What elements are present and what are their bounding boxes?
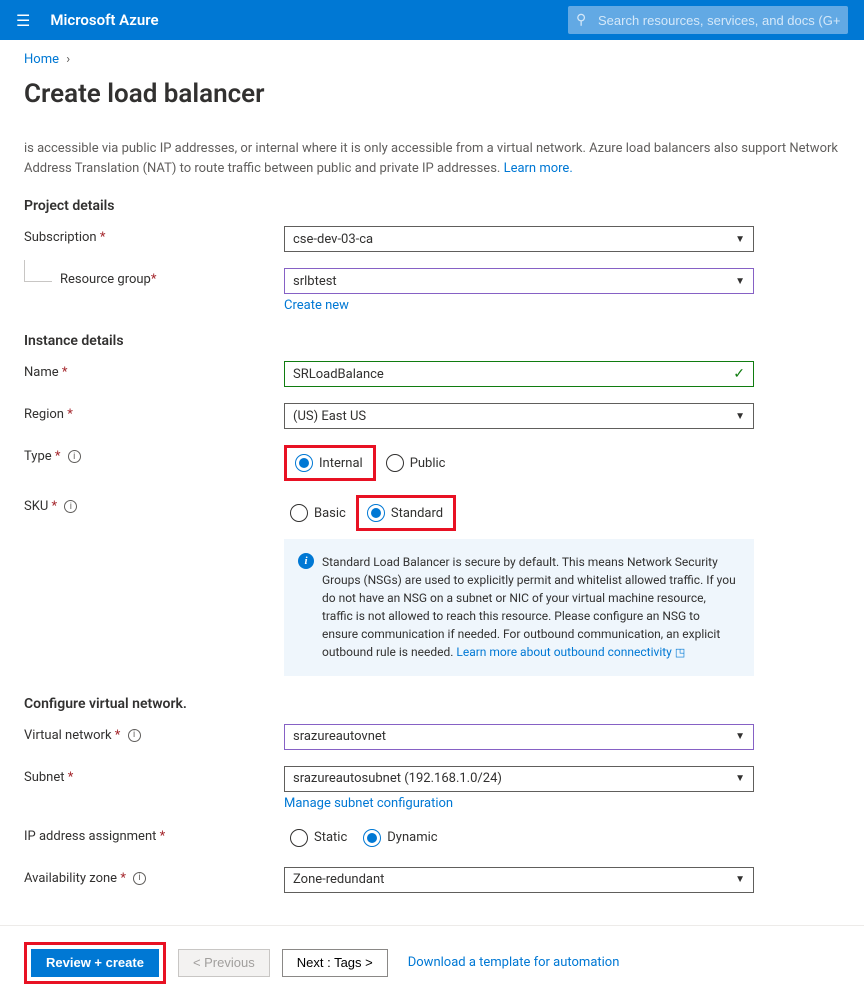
create-new-link[interactable]: Create new <box>284 298 754 313</box>
label-subnet: Subnet * <box>24 766 284 785</box>
select-subscription[interactable]: cse-dev-03-ca ▼ <box>284 226 754 252</box>
field-subscription: Subscription * cse-dev-03-ca ▼ <box>24 226 840 254</box>
radio-type-public[interactable]: Public <box>380 450 452 476</box>
field-vnet: Virtual network * i srazureautovnet ▼ <box>24 724 840 752</box>
breadcrumb-home[interactable]: Home <box>24 52 59 67</box>
page-title: Create load balancer <box>24 79 840 109</box>
top-bar: ☰ Microsoft Azure ⚲ <box>0 0 864 40</box>
radio-label: Internal <box>319 456 363 471</box>
info-icon[interactable]: i <box>133 872 146 885</box>
info-icon[interactable]: i <box>68 450 81 463</box>
label-resource-group: Resource group * <box>24 268 284 287</box>
label-sku: SKU * i <box>24 495 284 514</box>
field-ip-assignment: IP address assignment * Static Dynamic <box>24 825 840 853</box>
label-region: Region * <box>24 403 284 422</box>
radio-label: Static <box>314 830 347 845</box>
info-message-box: i Standard Load Balancer is secure by de… <box>284 539 754 676</box>
radio-unselected-icon <box>290 829 308 847</box>
radio-label: Standard <box>391 506 443 521</box>
label-vnet: Virtual network * i <box>24 724 284 743</box>
info-icon: i <box>298 553 314 569</box>
select-region-value: (US) East US <box>293 409 366 424</box>
info-icon[interactable]: i <box>64 500 77 513</box>
select-resource-group-value: srlbtest <box>293 274 337 289</box>
radio-label: Dynamic <box>387 830 437 845</box>
chevron-down-icon: ▼ <box>735 411 745 422</box>
select-vnet[interactable]: srazureautovnet ▼ <box>284 724 754 750</box>
review-create-button[interactable]: Review + create <box>31 949 159 977</box>
search-input[interactable] <box>568 6 848 34</box>
hamburger-icon[interactable]: ☰ <box>16 11 50 30</box>
field-region: Region * (US) East US ▼ <box>24 403 840 431</box>
download-template-link[interactable]: Download a template for automation <box>408 955 620 970</box>
radio-label: Basic <box>314 506 346 521</box>
next-button[interactable]: Next : Tags > <box>282 949 388 977</box>
chevron-down-icon: ▼ <box>735 234 745 245</box>
search-icon: ⚲ <box>576 12 586 28</box>
field-name: Name * SRLoadBalance ✓ <box>24 361 840 389</box>
select-vnet-value: srazureautovnet <box>293 729 386 744</box>
label-zone: Availability zone * i <box>24 867 284 886</box>
select-region[interactable]: (US) East US ▼ <box>284 403 754 429</box>
select-subscription-value: cse-dev-03-ca <box>293 232 373 247</box>
select-subnet[interactable]: srazureautosubnet (192.168.1.0/24) ▼ <box>284 766 754 792</box>
learn-more-link[interactable]: Learn more. <box>504 161 573 176</box>
radio-unselected-icon <box>386 454 404 472</box>
radio-selected-icon <box>295 454 313 472</box>
highlight-box-internal: Internal <box>284 445 376 481</box>
chevron-right-icon: › <box>62 52 74 67</box>
radio-selected-icon <box>363 829 381 847</box>
brand-label: Microsoft Azure <box>50 11 158 29</box>
chevron-down-icon: ▼ <box>735 773 745 784</box>
intro-text: is accessible via public IP addresses, o… <box>24 139 840 178</box>
select-zone-value: Zone-redundant <box>293 872 384 887</box>
external-link-icon: ◳ <box>675 646 685 659</box>
field-zone: Availability zone * i Zone-redundant ▼ <box>24 867 840 895</box>
radio-selected-icon <box>367 504 385 522</box>
label-ip-assignment: IP address assignment * <box>24 825 284 844</box>
section-instance-details: Instance details <box>24 333 840 349</box>
select-resource-group[interactable]: srlbtest ▼ <box>284 268 754 294</box>
infobox-text: Standard Load Balancer is secure by defa… <box>322 555 736 659</box>
radio-sku-basic[interactable]: Basic <box>284 500 352 526</box>
checkmark-icon: ✓ <box>733 366 745 382</box>
field-resource-group: Resource group * srlbtest ▼ Create new <box>24 268 840 313</box>
highlight-box-standard: Standard <box>356 495 456 531</box>
radio-sku-standard[interactable]: Standard <box>361 500 449 526</box>
chevron-down-icon: ▼ <box>735 276 745 287</box>
field-type: Type * i Internal Public <box>24 445 840 481</box>
select-subnet-value: srazureautosubnet (192.168.1.0/24) <box>293 771 502 786</box>
chevron-down-icon: ▼ <box>735 874 745 885</box>
label-type: Type * i <box>24 445 284 464</box>
radio-ip-dynamic[interactable]: Dynamic <box>357 825 443 851</box>
radio-type-internal[interactable]: Internal <box>289 450 369 476</box>
outbound-link[interactable]: Learn more about outbound connectivity ◳ <box>456 645 685 659</box>
breadcrumb: Home › <box>24 52 840 67</box>
intro-span: is accessible via public IP addresses, o… <box>24 141 838 176</box>
section-project-details: Project details <box>24 198 840 214</box>
content-area: Home › Create load balancer is accessibl… <box>0 40 864 895</box>
field-sku: SKU * i Basic Standard i Standard Load B… <box>24 495 840 676</box>
input-name-value: SRLoadBalance <box>293 367 384 382</box>
select-zone[interactable]: Zone-redundant ▼ <box>284 867 754 893</box>
section-configure-vnet: Configure virtual network. <box>24 696 840 712</box>
input-name[interactable]: SRLoadBalance ✓ <box>284 361 754 387</box>
manage-subnet-link[interactable]: Manage subnet configuration <box>284 796 754 811</box>
chevron-down-icon: ▼ <box>735 731 745 742</box>
radio-label: Public <box>410 456 446 471</box>
radio-ip-static[interactable]: Static <box>284 825 353 851</box>
field-subnet: Subnet * srazureautosubnet (192.168.1.0/… <box>24 766 840 811</box>
info-icon[interactable]: i <box>128 729 141 742</box>
label-name: Name * <box>24 361 284 380</box>
highlight-box-review: Review + create <box>24 942 166 984</box>
previous-button[interactable]: < Previous <box>178 949 270 977</box>
label-subscription: Subscription * <box>24 226 284 245</box>
search-wrap: ⚲ <box>568 6 848 34</box>
radio-unselected-icon <box>290 504 308 522</box>
